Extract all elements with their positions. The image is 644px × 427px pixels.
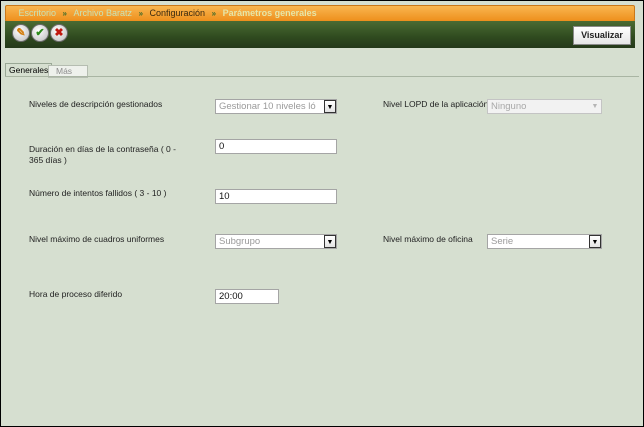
breadcrumb: Escritorio » Archivo Baratz » Configurac… [5,5,635,22]
nivel-oficina-value: Serie [491,236,514,247]
chevron-down-icon: ▼ [591,103,599,110]
checkmark-icon: ✔ [35,27,45,39]
breadcrumb-archivo-baratz[interactable]: Archivo Baratz [74,6,133,21]
nivel-cuadros-label: Nivel máximo de cuadros uniformes [29,234,165,244]
breadcrumb-separator: » [62,9,67,18]
niveles-descripcion-value: Gestionar 10 niveles ló [219,101,316,112]
chevron-down-icon: ▼ [324,100,336,113]
tab-generales[interactable]: Generales [5,63,53,77]
application-window: Escritorio » Archivo Baratz » Configurac… [0,0,644,427]
intentos-fallidos-label: Número de intentos fallidos ( 3 - 10 ) [29,188,167,198]
duracion-contrasena-label: Duración en días de la contraseña ( 0 - … [29,144,176,165]
nivel-lopd-value: Ninguno [491,101,527,112]
nivel-oficina-select[interactable]: Serie ▼ [487,234,602,249]
edit-button[interactable]: ✎ [12,24,30,42]
breadcrumb-escritorio[interactable]: Escritorio [19,6,57,21]
cross-icon: ✖ [54,27,64,39]
niveles-descripcion-label: Niveles de descripción gestionados [29,99,163,109]
chevron-down-icon: ▼ [324,235,336,248]
toolbar: ✎ ✔ ✖ Visualizar [5,21,635,48]
nivel-oficina-label: Nivel máximo de oficina [383,234,473,244]
intentos-fallidos-input[interactable]: 10 [215,189,337,204]
chevron-down-icon: ▼ [589,235,601,248]
nivel-lopd-select: Ninguno ▼ [487,99,602,114]
accept-button[interactable]: ✔ [31,24,49,42]
nivel-lopd-label: Nivel LOPD de la aplicación [383,99,489,109]
nivel-cuadros-value: Subgrupo [219,236,261,247]
breadcrumb-current-page: Parámetros generales [222,8,317,18]
visualizar-button[interactable]: Visualizar [573,26,631,45]
breadcrumb-separator: » [211,9,217,18]
nivel-cuadros-select[interactable]: Subgrupo ▼ [215,234,337,249]
duracion-contrasena-input[interactable]: 0 [215,139,337,154]
hora-proceso-input[interactable]: 20:00 [215,289,279,304]
cancel-button[interactable]: ✖ [50,24,68,42]
tab-divider [5,76,639,77]
breadcrumb-separator: » [138,9,144,18]
pencil-icon: ✎ [16,27,26,39]
breadcrumb-configuracion[interactable]: Configuración [150,6,206,21]
niveles-descripcion-select[interactable]: Gestionar 10 niveles ló ▼ [215,99,337,114]
hora-proceso-label: Hora de proceso diferido [29,289,123,299]
